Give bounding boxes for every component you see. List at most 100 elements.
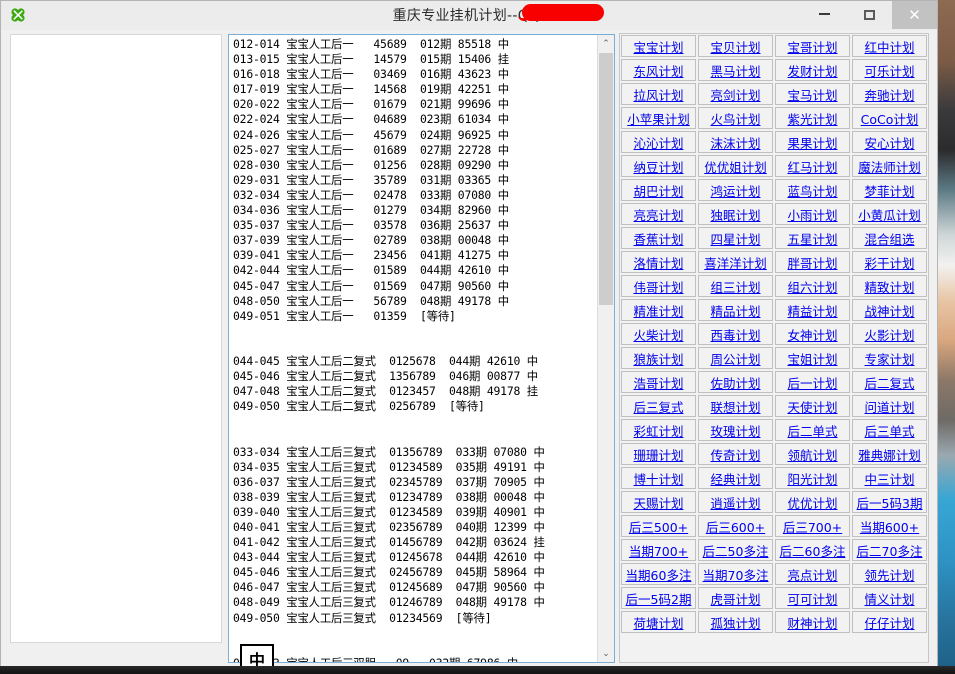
plan-button[interactable]: 胖哥计划 bbox=[775, 251, 850, 273]
plan-button[interactable]: 奔驰计划 bbox=[852, 83, 927, 105]
log-textarea[interactable]: 012-014 宝宝人工后一 45689 012期 85518 中 013-01… bbox=[228, 34, 615, 663]
plan-button[interactable]: 后二70多注 bbox=[852, 539, 927, 561]
plan-button[interactable]: 紫光计划 bbox=[775, 107, 850, 129]
plan-button[interactable]: 虎哥计划 bbox=[698, 587, 773, 609]
left-blank-panel[interactable] bbox=[10, 34, 222, 643]
plan-button[interactable]: 四星计划 bbox=[698, 227, 773, 249]
plan-button[interactable]: 当期600+ bbox=[852, 515, 927, 537]
plan-button[interactable]: 胡巴计划 bbox=[621, 179, 696, 201]
plan-button[interactable]: 东风计划 bbox=[621, 59, 696, 81]
plan-button[interactable]: 后一5码2期 bbox=[621, 587, 696, 609]
plan-button[interactable]: CoCo计划 bbox=[852, 107, 927, 129]
plan-button[interactable]: 宝贝计划 bbox=[698, 35, 773, 57]
maximize-button[interactable] bbox=[847, 1, 892, 29]
plan-button[interactable]: 周公计划 bbox=[698, 347, 773, 369]
plan-button[interactable]: 后二60多注 bbox=[775, 539, 850, 561]
scroll-down-arrow-icon[interactable]: ⌄ bbox=[598, 645, 614, 662]
plan-button[interactable]: 组三计划 bbox=[698, 275, 773, 297]
plan-button[interactable]: 领先计划 bbox=[852, 563, 927, 585]
plan-button[interactable]: 混合组选 bbox=[852, 227, 927, 249]
plan-button[interactable]: 沁沁计划 bbox=[621, 131, 696, 153]
scroll-up-arrow-icon[interactable]: ⌃ bbox=[598, 35, 614, 52]
plan-button[interactable]: 五星计划 bbox=[775, 227, 850, 249]
log-scrollbar[interactable]: ⌃ ⌄ bbox=[597, 35, 614, 662]
plan-button[interactable]: 当期70多注 bbox=[698, 563, 773, 585]
plan-button[interactable]: 后三复式 bbox=[621, 395, 696, 417]
plan-button[interactable]: 后二复式 bbox=[852, 371, 927, 393]
plan-button[interactable]: 阳光计划 bbox=[775, 467, 850, 489]
plan-button[interactable]: 博十计划 bbox=[621, 467, 696, 489]
plan-button[interactable]: 火柴计划 bbox=[621, 323, 696, 345]
plan-button[interactable]: 后三500+ bbox=[621, 515, 696, 537]
plan-button[interactable]: 可乐计划 bbox=[852, 59, 927, 81]
plan-button[interactable]: 鸿运计划 bbox=[698, 179, 773, 201]
plan-button[interactable]: 中三计划 bbox=[852, 467, 927, 489]
plan-button[interactable]: 伟哥计划 bbox=[621, 275, 696, 297]
plan-button[interactable]: 联想计划 bbox=[698, 395, 773, 417]
plan-button[interactable]: 彩虹计划 bbox=[621, 419, 696, 441]
plan-button[interactable]: 优优姐计划 bbox=[698, 155, 773, 177]
plan-button[interactable]: 魔法师计划 bbox=[852, 155, 927, 177]
plan-button[interactable]: 当期60多注 bbox=[621, 563, 696, 585]
plan-button[interactable]: 发财计划 bbox=[775, 59, 850, 81]
plan-button[interactable]: 狼族计划 bbox=[621, 347, 696, 369]
scrollbar-thumb[interactable] bbox=[599, 53, 613, 305]
plan-button[interactable]: 雅典娜计划 bbox=[852, 443, 927, 465]
plan-button[interactable]: 火鸟计划 bbox=[698, 107, 773, 129]
plan-button[interactable]: 浩哥计划 bbox=[621, 371, 696, 393]
plan-button[interactable]: 红中计划 bbox=[852, 35, 927, 57]
plan-button[interactable]: 可可计划 bbox=[775, 587, 850, 609]
plan-button[interactable]: 精致计划 bbox=[852, 275, 927, 297]
plan-button[interactable]: 洛情计划 bbox=[621, 251, 696, 273]
plan-button[interactable]: 优优计划 bbox=[775, 491, 850, 513]
plan-button[interactable]: 亮剑计划 bbox=[698, 83, 773, 105]
plan-button[interactable]: 后三700+ bbox=[775, 515, 850, 537]
plan-button[interactable]: 火影计划 bbox=[852, 323, 927, 345]
plan-button[interactable]: 专家计划 bbox=[852, 347, 927, 369]
plan-button[interactable]: 传奇计划 bbox=[698, 443, 773, 465]
plan-button[interactable]: 经典计划 bbox=[698, 467, 773, 489]
plan-button[interactable]: 拉风计划 bbox=[621, 83, 696, 105]
plan-button[interactable]: 西毒计划 bbox=[698, 323, 773, 345]
plan-button[interactable]: 小雨计划 bbox=[775, 203, 850, 225]
plan-button[interactable]: 财神计划 bbox=[775, 611, 850, 633]
plan-button[interactable]: 后一5码3期 bbox=[852, 491, 927, 513]
plan-button[interactable]: 仔仔计划 bbox=[852, 611, 927, 633]
plan-button[interactable]: 精准计划 bbox=[621, 299, 696, 321]
plan-button[interactable]: 宝马计划 bbox=[775, 83, 850, 105]
plan-button[interactable]: 纳豆计划 bbox=[621, 155, 696, 177]
plan-button[interactable]: 果果计划 bbox=[775, 131, 850, 153]
plan-button[interactable]: 战神计划 bbox=[852, 299, 927, 321]
plan-button[interactable]: 孤独计划 bbox=[698, 611, 773, 633]
plan-button[interactable]: 小苹果计划 bbox=[621, 107, 696, 129]
plan-button[interactable]: 蓝鸟计划 bbox=[775, 179, 850, 201]
plan-button[interactable]: 亮点计划 bbox=[775, 563, 850, 585]
plan-button[interactable]: 女神计划 bbox=[775, 323, 850, 345]
plan-button[interactable]: 荷塘计划 bbox=[621, 611, 696, 633]
plan-button[interactable]: 逍遥计划 bbox=[698, 491, 773, 513]
plan-button[interactable]: 喜洋洋计划 bbox=[698, 251, 773, 273]
plan-button[interactable]: 宝宝计划 bbox=[621, 35, 696, 57]
plan-button[interactable]: 佐助计划 bbox=[698, 371, 773, 393]
plan-button[interactable]: 安心计划 bbox=[852, 131, 927, 153]
minimize-button[interactable] bbox=[802, 1, 847, 29]
plan-button[interactable]: 独眠计划 bbox=[698, 203, 773, 225]
plan-button[interactable]: 梦菲计划 bbox=[852, 179, 927, 201]
plan-button[interactable]: 红马计划 bbox=[775, 155, 850, 177]
plan-button[interactable]: 领航计划 bbox=[775, 443, 850, 465]
plan-button[interactable]: 后三单式 bbox=[852, 419, 927, 441]
close-button[interactable]: ✕ bbox=[892, 1, 937, 29]
plan-button[interactable]: 黑马计划 bbox=[698, 59, 773, 81]
plan-button[interactable]: 问道计划 bbox=[852, 395, 927, 417]
plan-button[interactable]: 彩干计划 bbox=[852, 251, 927, 273]
plan-button[interactable]: 宝哥计划 bbox=[775, 35, 850, 57]
plan-button[interactable]: 天赐计划 bbox=[621, 491, 696, 513]
plan-button[interactable]: 精品计划 bbox=[698, 299, 773, 321]
plan-button[interactable]: 天使计划 bbox=[775, 395, 850, 417]
plan-button[interactable]: 玫瑰计划 bbox=[698, 419, 773, 441]
plan-button[interactable]: 珊珊计划 bbox=[621, 443, 696, 465]
plan-button[interactable]: 情义计划 bbox=[852, 587, 927, 609]
plan-button[interactable]: 精益计划 bbox=[775, 299, 850, 321]
plan-button[interactable]: 后一计划 bbox=[775, 371, 850, 393]
plan-button[interactable]: 亮亮计划 bbox=[621, 203, 696, 225]
